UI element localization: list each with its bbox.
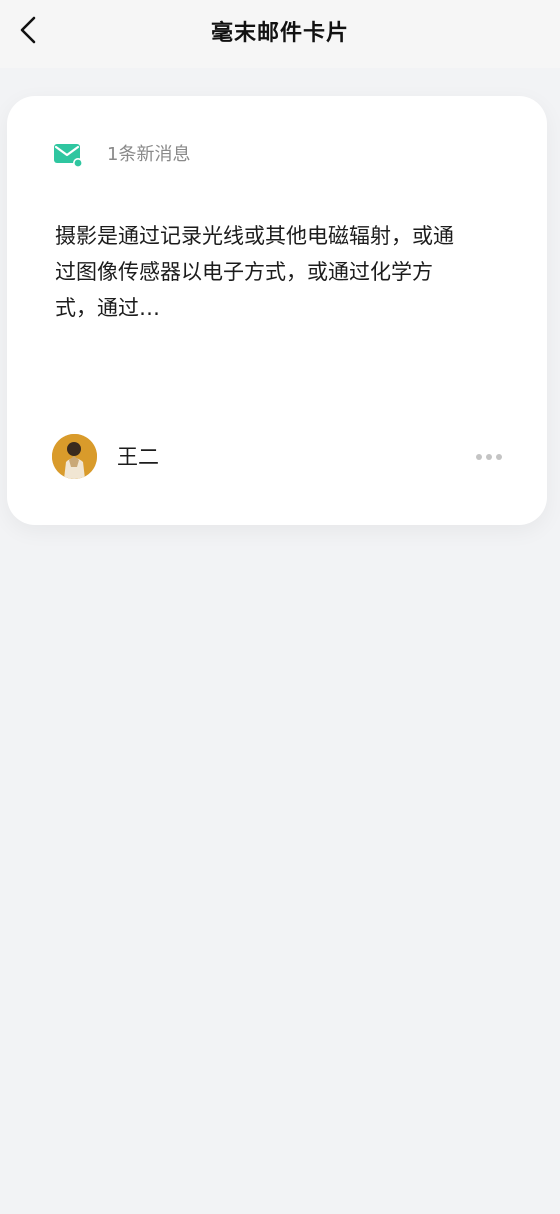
sender-name: 王二 [117,445,159,469]
more-button[interactable] [471,446,507,468]
more-horizontal-icon [486,454,492,460]
navigation-bar: 毫末邮件卡片 [0,0,560,68]
mail-icon [54,144,83,168]
more-horizontal-icon [476,454,482,460]
message-line: 式，通过… [55,296,160,320]
mail-card[interactable]: 1条新消息 摄影是通过记录光线或其他电磁辐射，或通 过图像传感器以电子方式，或通… [7,96,547,525]
more-horizontal-icon [496,454,502,460]
new-message-count: 1条新消息 [107,144,191,165]
message-line: 摄影是通过记录光线或其他电磁辐射，或通 [55,224,454,248]
avatar[interactable] [52,434,97,479]
page-title: 毫末邮件卡片 [210,21,349,46]
message-preview[interactable]: 摄影是通过记录光线或其他电磁辐射，或通 过图像传感器以电子方式，或通过化学方 式… [55,218,495,326]
message-line: 过图像传感器以电子方式，或通过化学方 [55,260,433,284]
